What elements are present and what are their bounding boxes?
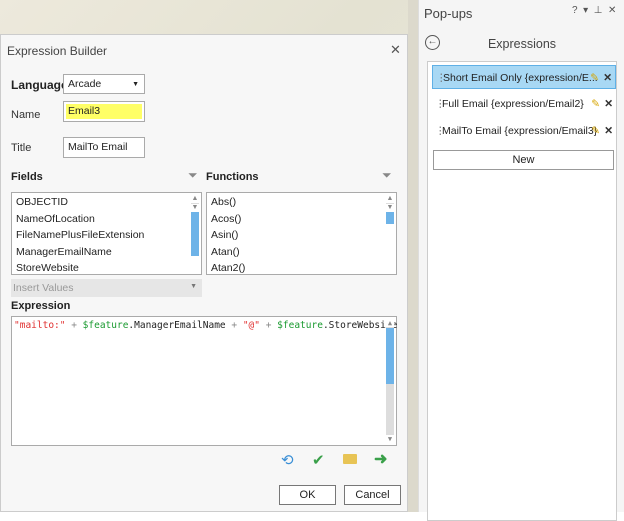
close-icon[interactable]: ✕ (390, 42, 401, 58)
dialog-title: Expression Builder (7, 44, 108, 58)
expression-item[interactable]: ⋮ Full Email {expression/Email2} ✎ ✕ (432, 92, 616, 116)
expression-item[interactable]: ⋮ Short Email Only {expression/E... ✎ ✕ (432, 65, 616, 89)
chevron-down-icon: ▼ (132, 81, 139, 88)
expression-item-label: Full Email {expression/Email2} (442, 98, 584, 110)
fields-label: Fields (11, 171, 43, 183)
expression-item-label: MailTo Email {expression/Email3} (442, 125, 598, 137)
expression-item[interactable]: ⋮ MailTo Email {expression/Email3} ✎ ✕ (432, 119, 616, 143)
fields-list[interactable]: OBJECTID NameOfLocation FileNamePlusFile… (11, 192, 202, 275)
edit-pencil-icon[interactable]: ✎ (591, 92, 600, 116)
new-expression-button[interactable]: New (433, 150, 614, 170)
drag-handle-icon[interactable]: ⋮ (436, 66, 447, 90)
expression-editor[interactable]: "mailto:" + $feature.ManagerEmailName + … (11, 316, 397, 446)
list-item[interactable]: Abs() (207, 194, 396, 211)
expression-builder-dialog: Expression Builder ✕ Language Arcade ▼ Na… (0, 34, 408, 512)
undo-icon[interactable]: ⟲ (281, 451, 294, 469)
popups-pane: Pop-ups ? ▾ ⊥ ✕ ← Expressions ⋮ Short Ema… (418, 0, 624, 521)
language-select[interactable]: Arcade ▼ (63, 74, 145, 94)
language-label: Language (11, 78, 68, 92)
list-item[interactable]: OBJECTID (12, 194, 201, 211)
functions-label: Functions (206, 171, 259, 183)
insert-values-select[interactable]: Insert Values ▼ (11, 279, 202, 297)
code-token: $feature (277, 320, 323, 331)
close-icon[interactable]: ✕ (608, 5, 616, 16)
fields-filter-icon[interactable]: ⏷ (188, 168, 198, 183)
expression-item-label: Short Email Only {expression/E... (443, 72, 598, 84)
verify-check-icon[interactable]: ✔ (312, 451, 325, 469)
edit-pencil-icon[interactable]: ✎ (591, 119, 600, 143)
cancel-button[interactable]: Cancel (344, 485, 401, 505)
expression-scrollbar[interactable]: ▲ ▼ (386, 319, 394, 443)
ok-button[interactable]: OK (279, 485, 336, 505)
code-token: "mailto:" (14, 320, 66, 331)
pane-title: Pop-ups (424, 6, 473, 21)
code-token: $feature (82, 320, 129, 331)
delete-icon[interactable]: ✕ (603, 66, 612, 90)
help-icon[interactable]: ? (572, 5, 578, 16)
insert-values-label: Insert Values (13, 282, 74, 294)
code-token: + (260, 320, 278, 331)
expressions-list: ⋮ Short Email Only {expression/E... ✎ ✕ ⋮ Fu… (427, 61, 617, 521)
drag-handle-icon[interactable]: ⋮ (435, 92, 446, 116)
arrow-right-icon[interactable]: ➜ (374, 449, 387, 469)
name-field[interactable]: Email3 (63, 101, 145, 122)
delete-icon[interactable]: ✕ (604, 119, 613, 143)
edit-pencil-icon[interactable]: ✎ (590, 66, 599, 90)
list-item[interactable]: ManagerEmailName (12, 244, 201, 261)
list-item[interactable]: Atan() (207, 244, 396, 261)
name-value: Email3 (66, 104, 142, 119)
menu-dropdown-icon[interactable]: ▾ (583, 5, 588, 16)
list-item[interactable]: Atan2() (207, 260, 396, 277)
open-folder-icon[interactable] (343, 454, 357, 464)
functions-filter-icon[interactable]: ⏷ (382, 168, 392, 183)
functions-list[interactable]: Abs() Acos() Asin() Atan() Atan2() ▲ ▼ (206, 192, 397, 275)
chevron-down-icon: ▼ (190, 283, 197, 290)
expressions-heading: Expressions (487, 37, 557, 51)
code-token: + (65, 320, 83, 331)
language-value: Arcade (68, 78, 102, 90)
list-item[interactable]: StoreWebsite (12, 260, 201, 277)
delete-icon[interactable]: ✕ (604, 92, 613, 116)
list-item[interactable]: Acos() (207, 211, 396, 228)
functions-scrollbar[interactable]: ▲ ▼ (386, 195, 394, 224)
list-item[interactable]: NameOfLocation (12, 211, 201, 228)
title-label: Title (11, 142, 32, 154)
pin-icon[interactable]: ⊥ (594, 5, 603, 16)
code-token: + (225, 320, 243, 331)
code-token: "@" (242, 320, 260, 331)
code-token: .ManagerEmailName (128, 320, 226, 331)
expression-label: Expression (11, 300, 71, 312)
drag-handle-icon[interactable]: ⋮ (435, 119, 446, 143)
name-label: Name (11, 109, 41, 121)
list-item[interactable]: FileNamePlusFileExtension (12, 227, 201, 244)
list-item[interactable]: Asin() (207, 227, 396, 244)
title-field[interactable]: MailTo Email (63, 137, 145, 158)
fields-scrollbar[interactable]: ▲ ▼ (191, 195, 199, 256)
